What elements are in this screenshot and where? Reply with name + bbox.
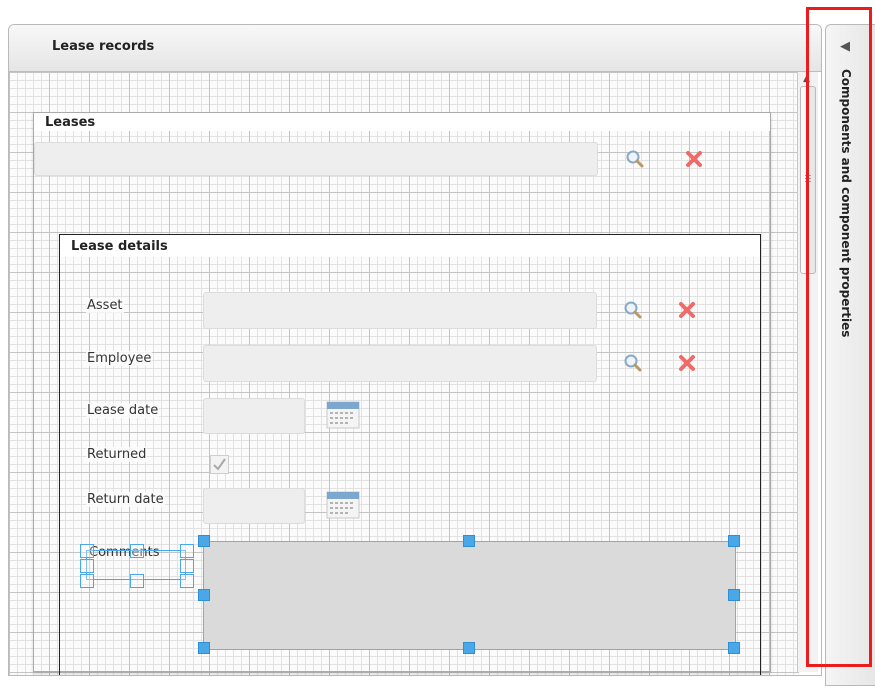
panel-title: Lease records <box>52 39 155 54</box>
lease-details-title: Lease details <box>71 239 168 254</box>
resize-handle[interactable] <box>180 559 194 573</box>
comments-label-selection[interactable] <box>80 544 194 588</box>
resize-handle[interactable] <box>728 642 740 654</box>
resize-handle[interactable] <box>728 535 740 547</box>
return-date-field[interactable] <box>203 488 305 524</box>
resize-handle[interactable] <box>80 559 94 573</box>
search-icon[interactable] <box>622 352 644 374</box>
leases-lookup-field[interactable] <box>34 142 598 176</box>
returned-label: Returned <box>86 447 148 462</box>
leases-title-bar: Leases <box>34 113 770 131</box>
resize-handle[interactable] <box>130 574 144 588</box>
returned-checkbox[interactable] <box>210 455 229 474</box>
lease-details-group[interactable]: Lease details Asset Employee Lease date … <box>59 234 761 675</box>
resize-handle[interactable] <box>130 544 144 558</box>
asset-field[interactable] <box>203 292 597 329</box>
lease-date-label: Lease date <box>86 403 160 418</box>
resize-handle[interactable] <box>80 544 94 558</box>
vertical-scrollbar[interactable]: ▲ <box>797 72 818 672</box>
clear-icon[interactable] <box>684 149 704 169</box>
resize-handle[interactable] <box>80 574 94 588</box>
clear-icon[interactable] <box>677 300 697 320</box>
leases-group[interactable]: Leases Lease details Asset Employee Leas… <box>33 112 771 675</box>
side-panel-label[interactable]: Components and component properties <box>839 69 853 337</box>
checkmark-icon <box>213 458 226 471</box>
lease-date-field[interactable] <box>203 398 305 434</box>
calendar-icon[interactable] <box>326 401 360 429</box>
scroll-up-icon[interactable]: ▲ <box>803 74 810 84</box>
resize-handle[interactable] <box>198 589 210 601</box>
resize-handle[interactable] <box>463 642 475 654</box>
return-date-label: Return date <box>86 492 165 507</box>
search-icon[interactable] <box>622 299 644 321</box>
lease-details-title-bar: Lease details <box>60 235 760 257</box>
clear-icon[interactable] <box>677 353 697 373</box>
search-icon[interactable] <box>624 148 646 170</box>
scrollbar-thumb[interactable] <box>800 86 816 274</box>
leases-title: Leases <box>45 115 96 130</box>
resize-handle[interactable] <box>180 574 194 588</box>
asset-label: Asset <box>86 298 124 313</box>
employee-field[interactable] <box>203 345 597 382</box>
components-side-panel[interactable]: ◀ Components and component properties <box>825 24 875 686</box>
lease-records-panel: Lease records Leases Lease details Asset… <box>8 24 822 676</box>
calendar-icon[interactable] <box>326 491 360 519</box>
comments-textarea[interactable] <box>203 541 736 650</box>
expand-arrow-icon[interactable]: ◀ <box>840 39 850 54</box>
resize-handle[interactable] <box>728 589 740 601</box>
resize-handle[interactable] <box>463 535 475 547</box>
resize-handle[interactable] <box>198 642 210 654</box>
resize-handle[interactable] <box>198 535 210 547</box>
employee-label: Employee <box>86 351 153 366</box>
design-canvas[interactable]: Leases Lease details Asset Employee Leas… <box>9 72 799 675</box>
grip-icon <box>805 175 811 184</box>
resize-handle[interactable] <box>180 544 194 558</box>
panel-header: Lease records <box>9 25 821 72</box>
